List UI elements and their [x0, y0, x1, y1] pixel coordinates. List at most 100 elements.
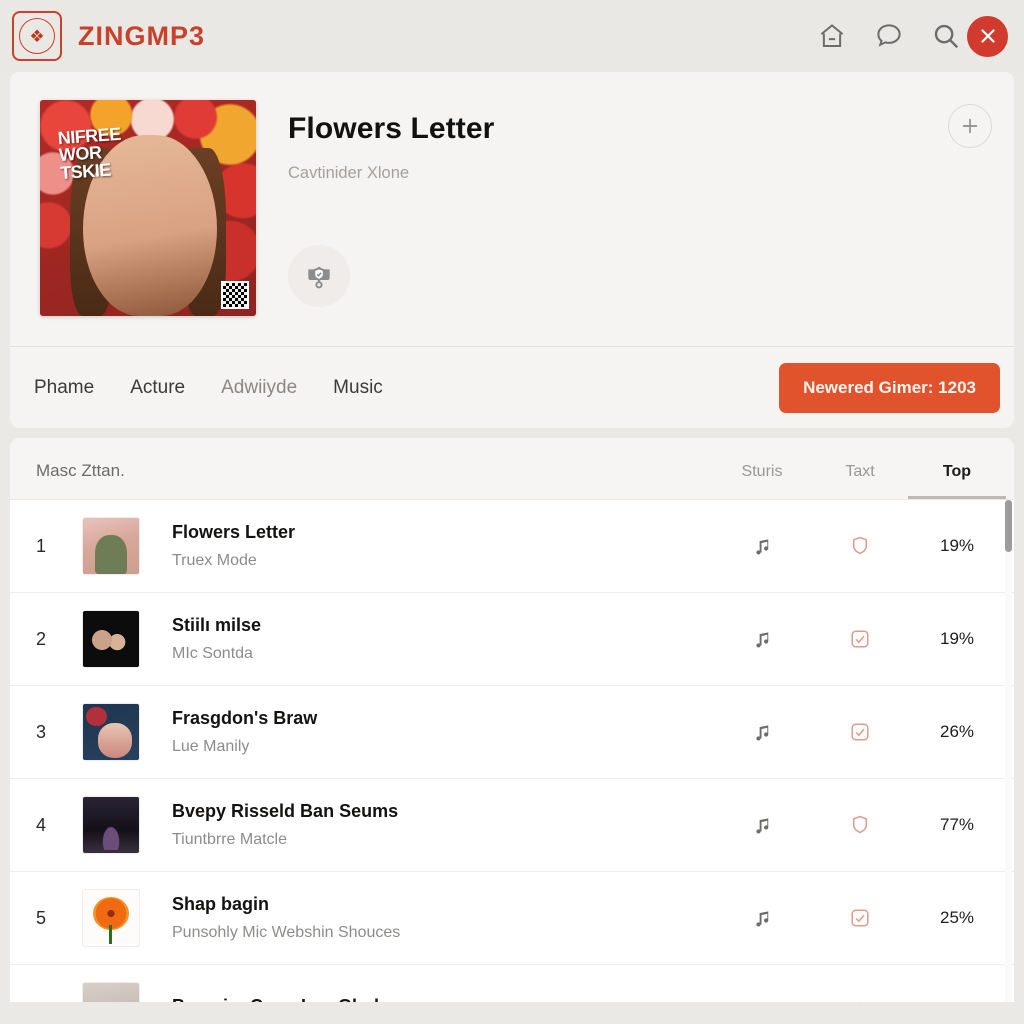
tab-music[interactable]: Music [321, 371, 395, 405]
top-bar: ❖ ZINGMP3 [0, 0, 1024, 72]
row-rank: 1 [36, 535, 47, 556]
music-note-icon [751, 1000, 774, 1003]
track-list-body: 1 Flowers Letter Truex Mode 19% 2 Stiilı… [10, 500, 1014, 1002]
topbar-icon-group [817, 21, 961, 51]
close-button[interactable] [967, 15, 1008, 57]
table-row[interactable]: 1 Flowers Letter Truex Mode 19% [10, 500, 1014, 593]
column-header-taxt[interactable]: Taxt [812, 463, 908, 499]
shield-award-icon [308, 266, 330, 289]
music-note-icon [755, 631, 768, 648]
home-icon[interactable] [817, 21, 847, 51]
row-rank: 5 [36, 907, 47, 928]
row-sturis-cell[interactable] [712, 1000, 812, 1003]
row-song-title: Shap bagin [172, 894, 270, 914]
row-taxt-cell[interactable] [812, 906, 908, 930]
row-top-value: 19% [939, 536, 975, 555]
table-row[interactable]: 4 Bvepy Risseld Ban Seums Tiuntbrre Matc… [10, 779, 1014, 872]
row-thumbnail[interactable] [82, 610, 140, 668]
row-artist: Tiuntbrre Matcle [172, 831, 287, 848]
row-meta: Flowers Letter Truex Mode [140, 522, 712, 570]
row-rank: 3 [36, 721, 47, 742]
table-row[interactable]: 2 Stiilı milse MIc Sontda 19% [10, 593, 1014, 686]
row-artist: MIc Sontda [172, 645, 253, 662]
table-row[interactable]: 5 Shap bagin Punsohly Mic Webshin Shouce… [10, 872, 1014, 965]
table-row[interactable]: 6 Breosier Cong Lan Glod [10, 965, 1014, 1002]
row-thumbnail[interactable] [82, 517, 140, 575]
checkbox-checked-icon [851, 630, 869, 648]
app-logo[interactable]: ❖ [12, 11, 62, 61]
shield-outline-icon [859, 1001, 861, 1002]
search-icon[interactable] [931, 21, 961, 51]
row-taxt-cell[interactable] [812, 999, 908, 1002]
cover-title-overlay: NIFREE WOR TSKIE [58, 124, 124, 183]
row-sturis-cell[interactable] [712, 535, 812, 558]
row-top-value: 77% [939, 815, 975, 834]
row-artist: Lue Manily [172, 738, 250, 755]
row-thumbnail[interactable] [82, 703, 140, 761]
row-taxt-cell[interactable] [812, 627, 908, 651]
track-list-title: Masc Zttan. [36, 461, 125, 480]
add-button[interactable] [948, 104, 992, 148]
tab-phame[interactable]: Phame [22, 371, 106, 405]
checkbox-checked-icon [851, 909, 869, 927]
tab-list: Phame Acture Adwiiyde Music [22, 371, 395, 405]
row-sturis-cell[interactable] [712, 721, 812, 744]
row-top-value: 25% [939, 908, 975, 927]
row-thumbnail[interactable] [82, 982, 140, 1002]
hero-section: NIFREE WOR TSKIE Flowers Letter Cavtinid… [10, 72, 1014, 346]
row-sturis-cell[interactable] [712, 907, 812, 930]
row-sturis-cell[interactable] [712, 814, 812, 837]
music-note-icon [755, 910, 768, 927]
row-artist: Punsohly Mic Webshin Shouces [172, 924, 401, 941]
thumbnail-art [83, 890, 139, 946]
table-row[interactable]: 3 Frasgdon's Braw Lue Manily 26% [10, 686, 1014, 779]
hero-info: Flowers Letter Cavtinider Xlone [256, 100, 992, 316]
row-song-title: Flowers Letter [172, 522, 296, 542]
thumbnail-art [83, 797, 139, 853]
zing-flame-icon: ❖ [19, 18, 55, 54]
thumbnail-art [83, 983, 139, 1002]
row-rank: 4 [36, 814, 47, 835]
row-sturis-cell[interactable] [712, 628, 812, 651]
scrollbar-thumb[interactable] [1005, 500, 1012, 552]
page-title: Flowers Letter [288, 112, 495, 145]
checkbox-checked-icon [851, 723, 869, 741]
newered-gimer-button[interactable]: Newered Gimer: 1203 [779, 362, 1000, 413]
hero-card: NIFREE WOR TSKIE Flowers Letter Cavtinid… [10, 72, 1014, 346]
album-cover-art[interactable]: NIFREE WOR TSKIE [40, 100, 256, 316]
row-artist: Truex Mode [172, 552, 257, 569]
close-icon [980, 29, 995, 43]
plus-icon [962, 118, 978, 134]
row-song-title: Stiilı milse [172, 615, 262, 635]
chat-bubble-icon[interactable] [874, 21, 904, 51]
track-list-header: Masc Zttan. Sturis Taxt Top [10, 438, 1014, 500]
tab-adwiiyde[interactable]: Adwiiyde [209, 371, 309, 405]
shield-outline-icon [852, 536, 868, 555]
row-taxt-cell[interactable] [812, 534, 908, 558]
thumbnail-art [83, 704, 139, 760]
row-rank: 6 [36, 1001, 82, 1003]
row-taxt-cell[interactable] [812, 720, 908, 744]
tab-acture[interactable]: Acture [118, 371, 197, 405]
music-note-icon [755, 538, 768, 555]
music-note-icon [755, 724, 768, 741]
row-meta: Frasgdon's Braw Lue Manily [140, 708, 712, 756]
row-thumbnail[interactable] [82, 889, 140, 947]
row-song-title: Bvepy Risseld Ban Seums [172, 801, 399, 821]
thumbnail-art [83, 611, 139, 667]
shield-outline-icon [852, 815, 868, 834]
row-song-title: Frasgdon's Braw [172, 708, 318, 728]
row-top-value: 19% [939, 629, 975, 648]
row-thumbnail[interactable] [82, 796, 140, 854]
row-meta: Bvepy Risseld Ban Seums Tiuntbrre Matcle [140, 801, 712, 849]
row-taxt-cell[interactable] [812, 813, 908, 837]
track-list-panel: Masc Zttan. Sturis Taxt Top 1 Flowers Le… [10, 438, 1014, 1002]
row-meta: Stiilı milse MIc Sontda [140, 615, 712, 663]
page-subtitle: Cavtinider Xlone [288, 164, 410, 182]
column-header-sturis[interactable]: Sturis [712, 463, 812, 499]
row-meta: Shap bagin Punsohly Mic Webshin Shouces [140, 894, 712, 942]
thumbnail-art [83, 518, 139, 574]
column-header-top[interactable]: Top [908, 463, 1006, 499]
verified-badge-button[interactable] [288, 245, 350, 307]
list-scrollbar[interactable] [1005, 500, 1012, 1002]
